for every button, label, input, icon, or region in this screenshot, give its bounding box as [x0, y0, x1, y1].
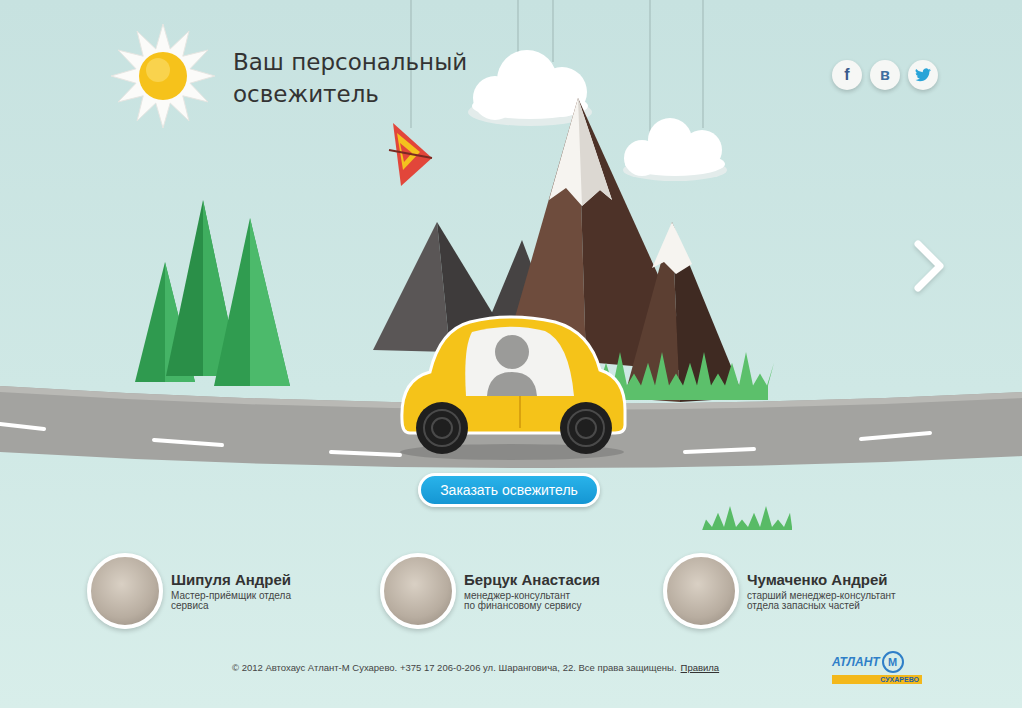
hang-glider-icon	[389, 123, 432, 186]
avatar-photo	[663, 553, 739, 629]
footer: © 2012 Автохаус Атлант-М Сухарево. +375 …	[0, 626, 1022, 708]
rules-link[interactable]: Правила	[681, 662, 720, 673]
logo-mark: М	[882, 651, 904, 673]
title-line: освежитель	[233, 78, 467, 110]
logo-name: АТЛАНТ	[832, 655, 880, 669]
page-title: Ваш персональныйосвежитель	[233, 46, 467, 110]
avatar-photo	[87, 553, 163, 629]
wheel-icon	[560, 402, 612, 454]
next-arrow-icon[interactable]	[910, 238, 948, 294]
wheel-icon	[416, 402, 468, 454]
title-line: Ваш персональный	[233, 46, 467, 78]
header: Ваш персональныйосвежитель fв	[0, 0, 1022, 128]
logo-top: АТЛАНТМ	[832, 651, 922, 673]
team-member: Шипуля Андрей Мастер-приёмщик отделасерви…	[87, 542, 380, 640]
member-role: старший менеджер-консультант	[747, 591, 896, 601]
avatar-photo	[380, 553, 456, 629]
member-info: Шипуля Андрей Мастер-приёмщик отделасерви…	[171, 571, 291, 611]
member-role: менеджер-консультант	[464, 591, 600, 601]
member-role: сервиса	[171, 601, 291, 611]
grass-icon	[700, 506, 792, 530]
order-button[interactable]: Заказать освежитель	[418, 473, 600, 507]
logo-sub: СУХАРЕВО	[832, 675, 922, 684]
member-info: Берцук Анастасия менеджер-консультантпо ф…	[464, 571, 600, 611]
trees-icon	[135, 200, 290, 386]
team-list: Шипуля Андрей Мастер-приёмщик отделасерви…	[0, 530, 1022, 640]
copyright: © 2012 Автохаус Атлант-М Сухарево. +375 …	[232, 662, 719, 673]
mountains-icon	[373, 98, 744, 402]
member-role: отдела запасных частей	[747, 601, 896, 611]
member-name: Берцук Анастасия	[464, 571, 600, 588]
member-role: Мастер-приёмщик отдела	[171, 591, 291, 601]
social-button[interactable]: в	[870, 60, 900, 90]
team-member: Берцук Анастасия менеджер-консультантпо ф…	[380, 542, 663, 640]
member-info: Чумаченко Андрей старший менеджер-консуль…	[747, 571, 896, 611]
atlant-logo[interactable]: АТЛАНТМ СУХАРЕВО	[832, 651, 922, 684]
social-button[interactable]: f	[832, 60, 862, 90]
twitter-button[interactable]	[908, 60, 938, 90]
member-name: Шипуля Андрей	[171, 571, 291, 588]
car-icon	[400, 317, 625, 460]
stage: Ваш персональныйосвежитель fв Заказать осв…	[0, 0, 1022, 530]
member-name: Чумаченко Андрей	[747, 571, 896, 588]
page: Ваш персональныйосвежитель fв Заказать осв…	[0, 0, 1022, 708]
team-member: Чумаченко Андрей старший менеджер-консуль…	[663, 542, 1022, 640]
social-links: fв	[832, 60, 938, 90]
sun-icon	[105, 24, 221, 128]
twitter-icon	[915, 68, 931, 82]
cloud-icon	[623, 118, 727, 181]
member-role: по финансовому сервису	[464, 601, 600, 611]
